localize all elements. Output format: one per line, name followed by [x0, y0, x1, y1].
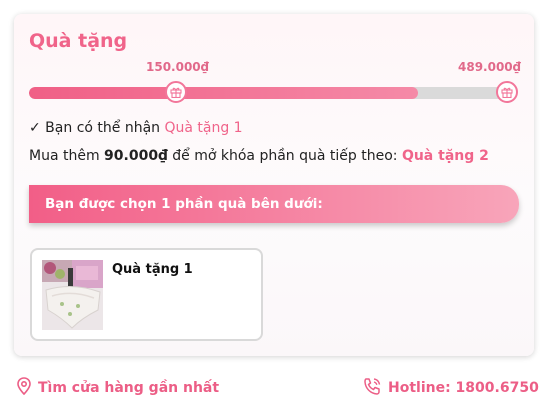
- hotline-label: Hotline: 1800.6750: [388, 380, 539, 396]
- hotline-link[interactable]: Hotline: 1800.6750: [362, 377, 539, 399]
- phone-icon: [362, 377, 388, 399]
- progress-fill: [29, 87, 418, 99]
- map-pin-icon: [16, 377, 38, 399]
- unlock-next-text: Mua thêm 90.000₫ để mở khóa phần quà tiế…: [29, 148, 489, 164]
- choose-gift-banner: Bạn được chọn 1 phần quà bên dưới:: [29, 185, 519, 223]
- unlock-prefix: Mua thêm: [29, 148, 105, 164]
- milestone-label-1: 150.000₫: [146, 60, 210, 74]
- unlock-middle: để mở khóa phần quà tiếp theo:: [167, 148, 402, 164]
- eligible-prefix: ✓ Bạn có thể nhận: [29, 120, 165, 136]
- next-gift-name: Quà tặng 2: [401, 148, 489, 164]
- find-store-label: Tìm cửa hàng gần nhất: [38, 380, 220, 396]
- gift-icon: [170, 83, 182, 102]
- gift-option-name: Quà tặng 1: [112, 262, 193, 277]
- eligible-gift-text: ✓ Bạn có thể nhận Quà tặng 1: [29, 120, 243, 136]
- milestone-gift-2: [496, 81, 518, 103]
- milestone-gift-1: [165, 81, 187, 103]
- unlock-amount: 90.000₫: [104, 148, 168, 164]
- eligible-gift-name: Quà tặng 1: [164, 120, 243, 136]
- milestone-label-2: 489.000₫: [458, 60, 522, 74]
- progress-track: [29, 87, 509, 99]
- panel-title: Quà tặng: [29, 30, 128, 52]
- gift-card-panel: Quà tặng 150.000₫ 489.000₫ ✓ Bạn có thể …: [14, 14, 534, 356]
- gift-option-card[interactable]: Quà tặng 1: [30, 248, 263, 341]
- gift-thumbnail: [42, 260, 103, 330]
- gift-icon: [501, 83, 513, 102]
- find-store-link[interactable]: Tìm cửa hàng gần nhất: [16, 377, 219, 399]
